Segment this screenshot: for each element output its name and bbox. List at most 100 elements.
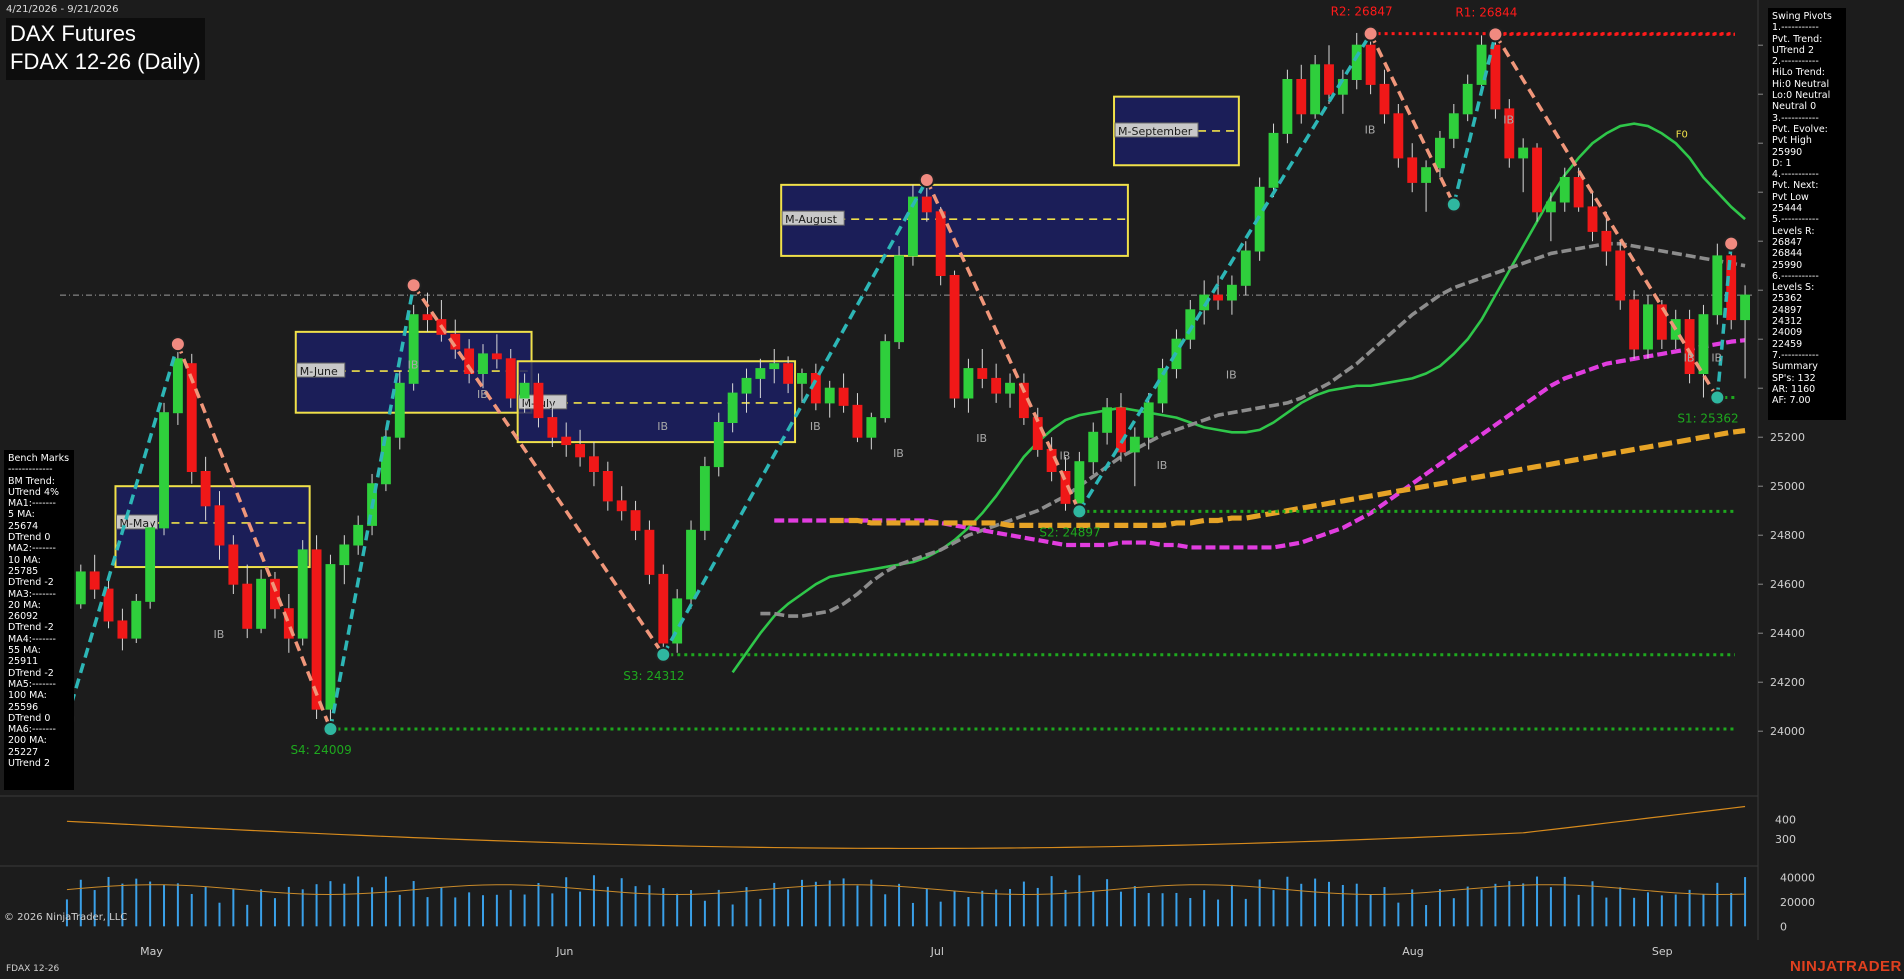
monthly-box-label: M-June — [300, 365, 338, 378]
candle-body — [713, 422, 724, 468]
swing-level-label: R2: 26847 — [1331, 5, 1393, 19]
swing-pivot-line: 7.----------- — [1772, 349, 1819, 361]
candle-body — [228, 544, 239, 585]
swing-pivot-line: AF: 7.00 — [1772, 395, 1811, 407]
candle-body — [1698, 314, 1709, 375]
candle-body — [921, 196, 932, 213]
ib-label: IB — [810, 420, 821, 433]
candle-body — [630, 510, 641, 531]
candle-body — [408, 314, 419, 384]
ib-label: IB — [1503, 114, 1514, 127]
candle-body — [256, 578, 267, 629]
y-tick-label: 24600 — [1770, 578, 1805, 591]
swing-pivot-marker — [322, 720, 339, 737]
candle-body — [1740, 294, 1751, 321]
candle-body — [1532, 147, 1542, 213]
candle-body — [935, 211, 946, 277]
ib-label: IB — [893, 447, 904, 460]
candle-body — [311, 549, 322, 710]
candle-body — [1282, 79, 1293, 134]
candle-body — [1240, 250, 1251, 286]
swing-pivot-line: 6.----------- — [1772, 270, 1819, 282]
candle-body — [963, 368, 974, 399]
swing-pivot-line: 25990 — [1772, 259, 1803, 271]
brand-logo: NINJATRADER — [1790, 958, 1902, 975]
swing-pivot-line: UTrend 2 — [1772, 44, 1815, 56]
candle-body — [1074, 461, 1085, 504]
swing-level-label: S3: 24312 — [623, 669, 684, 683]
x-month-label: Aug — [1402, 945, 1423, 958]
chart-title: DAX Futures — [10, 21, 136, 46]
candle-body — [1213, 294, 1223, 301]
bench-mark-line: 100 MA: — [8, 690, 47, 702]
candle-body — [561, 436, 572, 446]
swing-pivot-line: 1.----------- — [1772, 22, 1819, 34]
chart-subtitle: FDAX 12-26 (Daily) — [10, 49, 201, 74]
candle-body — [297, 549, 308, 639]
volume-tick-label: 0 — [1780, 920, 1787, 933]
bench-mark-line: 55 MA: — [8, 645, 41, 657]
bench-mark-line: 200 MA: — [8, 735, 47, 747]
swing-zigzag-segment — [1493, 33, 1719, 399]
bench-mark-line: MA4:------- — [8, 633, 56, 645]
indicator-tick-label: 300 — [1775, 833, 1796, 846]
candle-body — [1032, 417, 1043, 450]
swing-pivot-marker — [655, 646, 672, 663]
candle-body — [1268, 132, 1279, 188]
candle-body — [1684, 319, 1695, 375]
candle-body — [1407, 157, 1418, 183]
ib-label: IB — [1157, 459, 1168, 472]
bench-mark-line: 20 MA: — [8, 599, 41, 611]
indicator-tick-label: 400 — [1775, 813, 1796, 826]
x-month-label: May — [140, 945, 163, 958]
swing-pivot-marker — [1723, 235, 1740, 252]
candle-body — [699, 466, 710, 531]
swing-level-label: S1: 25362 — [1677, 412, 1738, 426]
y-tick-label: 24200 — [1770, 676, 1805, 689]
x-month-label: Jul — [930, 945, 944, 958]
candle-body — [1559, 177, 1570, 203]
bench-mark-line: 25674 — [8, 520, 39, 532]
ib-label: IB — [1711, 351, 1722, 364]
bench-mark-line: MA3:------- — [8, 588, 56, 600]
swing-pivot-marker — [1709, 389, 1726, 406]
candle-body — [1629, 299, 1640, 350]
candle-body — [1421, 167, 1432, 183]
swing-pivot-line: 24009 — [1772, 327, 1803, 339]
candle-body — [797, 373, 807, 384]
candle-body — [1379, 83, 1390, 115]
candle-body — [894, 255, 905, 343]
bench-mark-line: 25785 — [8, 565, 39, 577]
x-month-label: Sep — [1652, 945, 1673, 958]
candle-body — [491, 353, 502, 360]
swing-pivot-line: Pvt Low — [1772, 191, 1809, 203]
ib-label: IB — [408, 359, 419, 372]
swing-pivot-line: 26847 — [1772, 236, 1803, 248]
instrument-footer: FDAX 12-26 — [6, 964, 60, 974]
swing-pivot-line: 3.----------- — [1772, 112, 1819, 124]
bench-mark-line: DTrend -2 — [8, 622, 54, 634]
bench-mark-line: DTrend 0 — [8, 532, 51, 544]
swing-pivot-line: Pvt. Trend: — [1772, 33, 1823, 45]
ib-label: IB — [1059, 449, 1070, 462]
candle-body — [547, 417, 558, 438]
candle-body — [353, 524, 364, 546]
bench-marks-panel: Bench Marks ------------- BM Trend: UTrend … — [4, 450, 74, 790]
bench-mark-line: DTrend -2 — [8, 577, 54, 589]
ib-label: IB — [477, 388, 488, 401]
swing-pivot-marker — [1487, 26, 1504, 43]
swing-pivot-line: D: 1 — [1772, 157, 1792, 169]
swing-level-label: S2: 24897 — [1039, 525, 1100, 539]
swing-pivot-line: 25444 — [1772, 203, 1803, 215]
swing-pivot-line: 22459 — [1772, 338, 1803, 350]
candle-body — [1102, 407, 1113, 433]
candle-body — [1643, 304, 1653, 350]
swing-pivot-line: AR: 1160 — [1772, 383, 1816, 395]
bench-mark-line: MA5:------- — [8, 678, 56, 690]
y-tick-label: 24400 — [1770, 627, 1805, 640]
swing-pivot-line: 4.----------- — [1772, 169, 1819, 181]
x-month-label: Jun — [555, 945, 573, 958]
swing-pivot-line: Levels R: — [1772, 225, 1815, 237]
candle-body — [866, 417, 877, 438]
date-range: 4/21/2026 - 9/21/2026 — [6, 4, 119, 15]
